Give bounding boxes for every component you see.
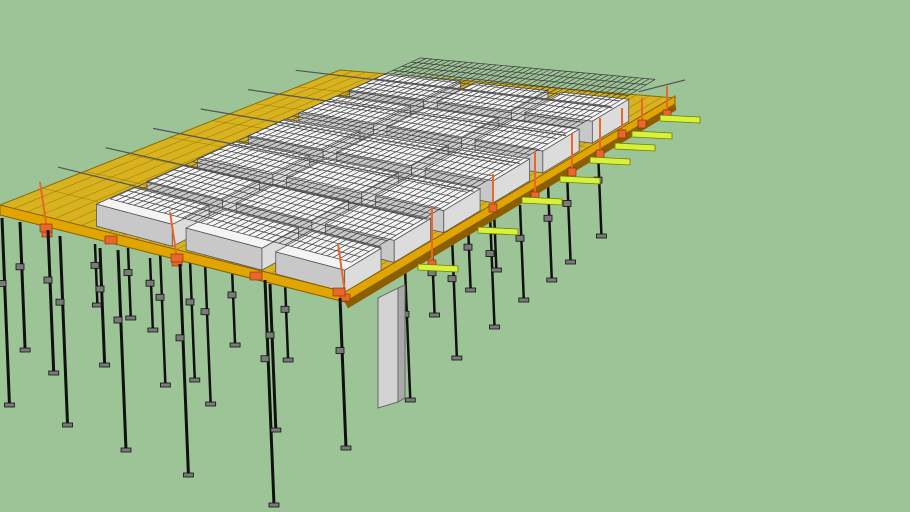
- prop-clamp: [113, 316, 123, 324]
- prop-clamp: [15, 263, 25, 271]
- prop-base-plate: [546, 277, 558, 283]
- orange-tie-clamp: [567, 167, 577, 177]
- prop-base-plate: [451, 355, 463, 361]
- prop-base-plate: [4, 402, 15, 408]
- prop-clamp: [175, 334, 185, 342]
- prop-base-plate: [189, 377, 201, 383]
- prop-clamp: [185, 298, 195, 306]
- prop-clamp: [227, 291, 237, 299]
- column-face-side: [397, 284, 406, 403]
- prop-base-plate: [518, 297, 530, 303]
- orange-tie-clamp: [595, 149, 605, 159]
- beam-clamp: [170, 253, 184, 263]
- prop-clamp: [260, 355, 270, 363]
- prop-base-plate: [596, 233, 607, 239]
- prop-clamp: [95, 285, 105, 293]
- prop-clamp: [90, 261, 100, 269]
- prop-base-plate: [465, 287, 477, 293]
- orange-tie-clamp: [637, 119, 647, 129]
- beam-clamp: [104, 235, 118, 245]
- prop-clamp: [485, 250, 495, 257]
- prop-clamp: [543, 214, 553, 222]
- prop-base-plate: [48, 370, 60, 376]
- beam-clamp: [249, 271, 263, 281]
- orange-tie-clamp: [617, 129, 627, 139]
- prop-clamp: [280, 305, 290, 313]
- prop-clamp: [145, 279, 155, 287]
- prop-base-plate: [183, 472, 194, 478]
- formwork-scene: [0, 0, 910, 512]
- beam-clamp: [332, 287, 346, 297]
- prop-clamp: [562, 200, 572, 207]
- prop-base-plate: [270, 427, 282, 433]
- prop-base-plate: [489, 324, 500, 330]
- prop-base-plate: [62, 422, 73, 428]
- prop-base-plate: [490, 267, 502, 273]
- prop-base-plate: [125, 315, 137, 321]
- prop-base-plate: [19, 347, 31, 353]
- prop-base-plate: [205, 401, 217, 407]
- prop-clamp: [55, 298, 65, 306]
- prop-clamp: [265, 331, 275, 339]
- prop-clamp: [123, 269, 133, 276]
- orange-tie-clamp: [488, 203, 498, 213]
- prop-clamp: [43, 276, 53, 284]
- prop-base-plate: [340, 445, 352, 451]
- prop-clamp: [155, 293, 165, 301]
- prop-base-plate: [229, 342, 241, 348]
- prop-base-plate: [404, 397, 416, 403]
- concrete-column: [377, 284, 406, 409]
- prop-base-plate: [147, 327, 159, 333]
- prop-base-plate: [565, 259, 576, 265]
- prop-clamp: [200, 308, 210, 316]
- prop-clamp: [335, 347, 345, 354]
- prop-clamp: [515, 234, 525, 242]
- prop-base-plate: [282, 357, 294, 363]
- beam-clamp: [39, 223, 53, 233]
- prop-base-plate: [268, 502, 280, 508]
- prop-base-plate: [99, 362, 111, 368]
- column-face-front: [377, 287, 399, 409]
- prop-clamp: [447, 275, 457, 283]
- model-viewport[interactable]: [0, 0, 910, 512]
- prop-clamp: [463, 243, 473, 251]
- prop-clamp: [0, 280, 7, 287]
- prop-base-plate: [429, 312, 441, 318]
- prop-base-plate: [120, 447, 132, 453]
- prop-base-plate: [159, 382, 171, 388]
